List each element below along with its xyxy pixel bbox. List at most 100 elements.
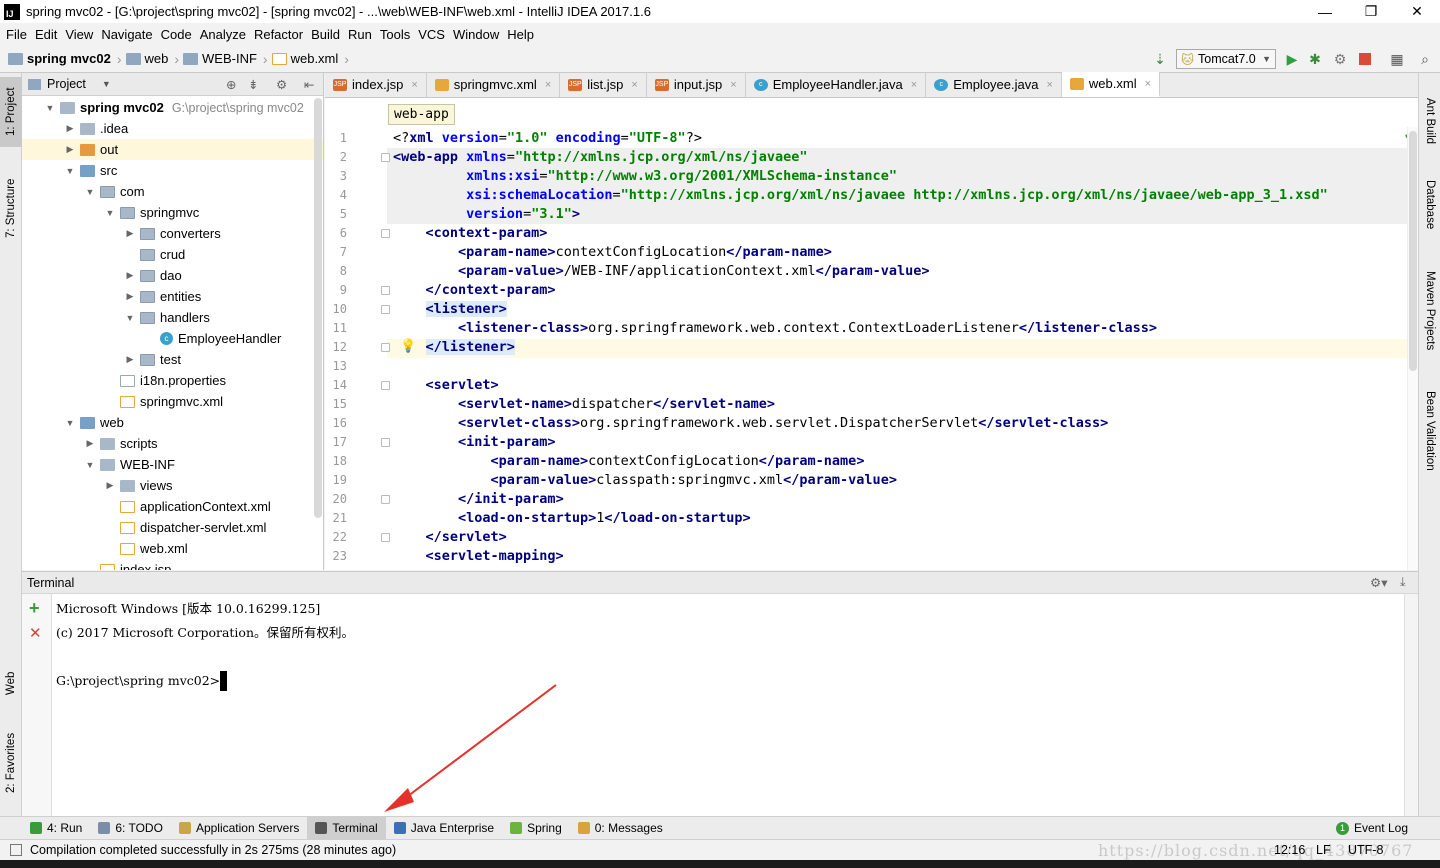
close-tab-icon[interactable]: ×	[631, 79, 637, 91]
project-view-select[interactable]: Project	[47, 77, 86, 91]
expand-down-icon[interactable]: ▼	[84, 460, 96, 470]
tool-tab-ant-build[interactable]: Ant Build	[1419, 81, 1440, 161]
tree-item[interactable]: ▶ entities	[22, 286, 323, 307]
tool-tab-maven[interactable]: Maven Projects	[1419, 259, 1440, 363]
menu-help[interactable]: Help	[503, 27, 538, 42]
tree-item[interactable]: crud	[22, 244, 323, 265]
menu-view[interactable]: View	[61, 27, 97, 42]
expand-down-icon[interactable]: ▼	[124, 313, 136, 323]
search-everywhere-icon[interactable]: ⌕	[1416, 50, 1434, 68]
new-session-icon[interactable]: +	[29, 598, 40, 619]
menu-edit[interactable]: Edit	[31, 27, 61, 42]
tree-scrollbar[interactable]	[314, 98, 322, 518]
breadcrumb-file[interactable]: web.xml ›	[271, 51, 349, 67]
tool-window-button[interactable]: Java Enterprise	[386, 817, 502, 840]
expand-right-icon[interactable]: ▶	[124, 354, 136, 365]
scroll-from-source-icon[interactable]: ⊕	[226, 77, 236, 92]
menu-vcs[interactable]: VCS	[414, 27, 449, 42]
menu-refactor[interactable]: Refactor	[250, 27, 307, 42]
editor-tab[interactable]: JSP list.jsp ×	[560, 72, 647, 97]
editor-scrollbar[interactable]	[1407, 127, 1418, 570]
tool-tab-project[interactable]: 1: Project	[0, 77, 22, 147]
tree-item[interactable]: ▼ springmvc	[22, 202, 323, 223]
expand-right-icon[interactable]: ▶	[64, 123, 76, 134]
close-tab-icon[interactable]: ×	[911, 79, 917, 91]
tree-item[interactable]: applicationContext.xml	[22, 496, 323, 517]
debug-icon[interactable]: ✱	[1306, 50, 1324, 68]
lightbulb-icon[interactable]: 💡	[400, 338, 416, 354]
close-tab-icon[interactable]: ×	[545, 79, 551, 91]
editor-tab[interactable]: c Employee.java ×	[926, 72, 1062, 97]
caret-position[interactable]: 12:16	[1274, 843, 1305, 857]
tree-item[interactable]: ▼ handlers	[22, 307, 323, 328]
expand-down-icon[interactable]: ▼	[64, 418, 76, 428]
tree-item[interactable]: ▼ spring mvc02 G:\project\spring mvc02	[22, 97, 323, 118]
tree-item[interactable]: ▶ .idea	[22, 118, 323, 139]
run-icon[interactable]: ▶	[1283, 50, 1301, 68]
editor-tab[interactable]: springmvc.xml ×	[427, 72, 561, 97]
terminal-scrollbar[interactable]	[1404, 594, 1418, 816]
close-window-button[interactable]: ✕	[1394, 0, 1440, 23]
tool-window-button[interactable]: 6: TODO	[90, 817, 171, 840]
expand-right-icon[interactable]: ▶	[124, 291, 136, 302]
expand-right-icon[interactable]: ▶	[84, 438, 96, 449]
collapse-all-icon[interactable]: ⇟	[248, 77, 258, 92]
code-view[interactable]: <?xml version="1.0" encoding="UTF-8"?> <w…	[387, 127, 1407, 570]
editor-tab[interactable]: JSP index.jsp ×	[325, 72, 427, 97]
gear-icon[interactable]: ⚙▾	[1370, 575, 1387, 590]
build-project-icon[interactable]: ⇣	[1151, 50, 1169, 68]
terminal-prompt[interactable]: G:\project\spring mvc02>	[56, 671, 228, 691]
menu-code[interactable]: Code	[157, 27, 196, 42]
expand-down-icon[interactable]: ▼	[104, 208, 116, 218]
expand-down-icon[interactable]: ▼	[44, 103, 56, 113]
breadcrumb-web-inf[interactable]: WEB-INF ›	[183, 51, 268, 67]
tree-item[interactable]: ▶ converters	[22, 223, 323, 244]
menu-navigate[interactable]: Navigate	[97, 27, 156, 42]
tool-window-button[interactable]: Terminal	[307, 816, 386, 840]
tree-item[interactable]: ▶ views	[22, 475, 323, 496]
expand-down-icon[interactable]: ▼	[84, 187, 96, 197]
line-separator[interactable]: LF	[1316, 843, 1331, 857]
coverage-icon[interactable]: ⚙	[1331, 50, 1349, 68]
run-configuration-select[interactable]: 🐱 Tomcat7.0 ▼	[1176, 49, 1276, 69]
tree-item[interactable]: ▶ test	[22, 349, 323, 370]
editor-tab[interactable]: web.xml ×	[1061, 72, 1161, 97]
maximize-button[interactable]: ❐	[1348, 0, 1394, 23]
menu-file[interactable]: File	[2, 27, 31, 42]
expand-right-icon[interactable]: ▶	[64, 144, 76, 155]
close-tab-icon[interactable]: ×	[411, 79, 417, 91]
tree-item[interactable]: ▶ scripts	[22, 433, 323, 454]
close-session-icon[interactable]: ✕	[29, 624, 42, 642]
tree-item[interactable]: ▶ out	[22, 139, 323, 160]
event-log-button[interactable]: 1 Event Log	[1328, 817, 1416, 840]
chevron-down-icon[interactable]: ▼	[102, 79, 111, 89]
expand-down-icon[interactable]: ▼	[64, 166, 76, 176]
menu-window[interactable]: Window	[449, 27, 503, 42]
tool-window-button[interactable]: 4: Run	[22, 817, 90, 840]
expand-right-icon[interactable]: ▶	[124, 228, 136, 239]
close-tab-icon[interactable]: ×	[1046, 79, 1052, 91]
tree-item[interactable]: ▼ com	[22, 181, 323, 202]
expand-right-icon[interactable]: ▶	[124, 270, 136, 281]
tree-item[interactable]: web.xml	[22, 538, 323, 559]
gear-icon[interactable]: ⚙	[276, 77, 287, 92]
tool-tab-favorites[interactable]: 2: Favorites	[0, 723, 22, 803]
tree-item[interactable]: index.jsp	[22, 559, 323, 570]
menu-tools[interactable]: Tools	[376, 27, 414, 42]
tool-tab-bean-validation[interactable]: Bean Validation	[1419, 379, 1440, 483]
terminal-output[interactable]: Microsoft Windows [版本 10.0.16299.125] (c…	[52, 594, 1404, 816]
menu-analyze[interactable]: Analyze	[196, 27, 250, 42]
menu-build[interactable]: Build	[307, 27, 344, 42]
tree-item[interactable]: ▶ dao	[22, 265, 323, 286]
tool-window-button[interactable]: Spring	[502, 817, 570, 840]
editor-tab[interactable]: c EmployeeHandler.java ×	[746, 72, 927, 97]
expand-right-icon[interactable]: ▶	[104, 480, 116, 491]
file-encoding[interactable]: UTF-8	[1348, 843, 1383, 857]
toggle-tool-windows-icon[interactable]	[10, 844, 22, 856]
minimize-button[interactable]: —	[1302, 0, 1348, 23]
close-tab-icon[interactable]: ×	[730, 79, 736, 91]
tool-window-button[interactable]: Application Servers	[171, 817, 307, 840]
editor-tab[interactable]: JSP input.jsp ×	[647, 72, 746, 97]
hide-panel-icon[interactable]: ⇤	[304, 77, 314, 92]
tree-item[interactable]: dispatcher-servlet.xml	[22, 517, 323, 538]
